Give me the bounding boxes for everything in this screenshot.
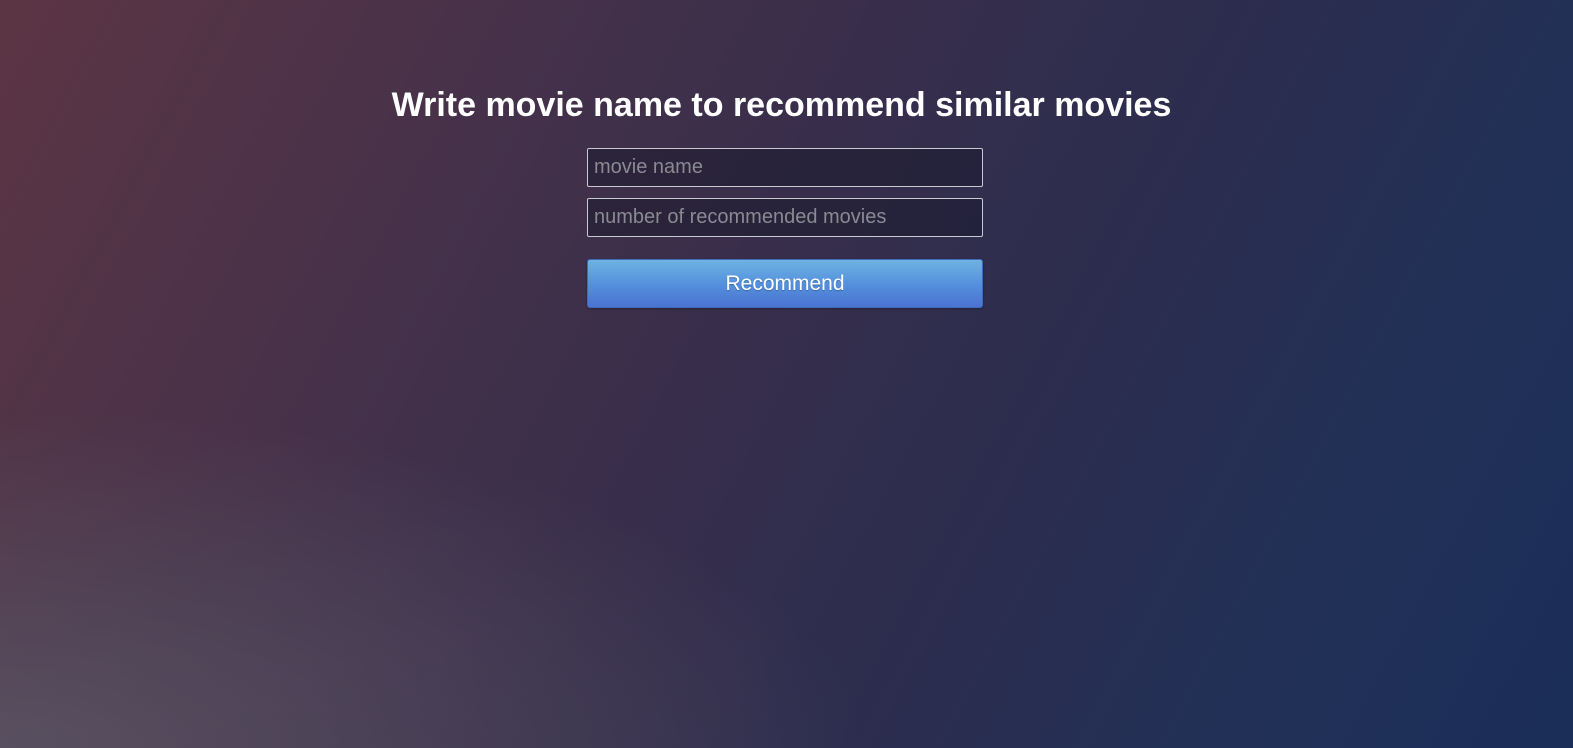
- recommend-page: Write movie name to recommend similar mo…: [0, 0, 1573, 748]
- page-title: Write movie name to recommend similar mo…: [391, 86, 1172, 124]
- recommended-count-input[interactable]: [587, 198, 983, 237]
- recommend-form: Recommend: [587, 148, 983, 308]
- recommend-button[interactable]: Recommend: [587, 259, 983, 308]
- movie-name-input[interactable]: [587, 148, 983, 187]
